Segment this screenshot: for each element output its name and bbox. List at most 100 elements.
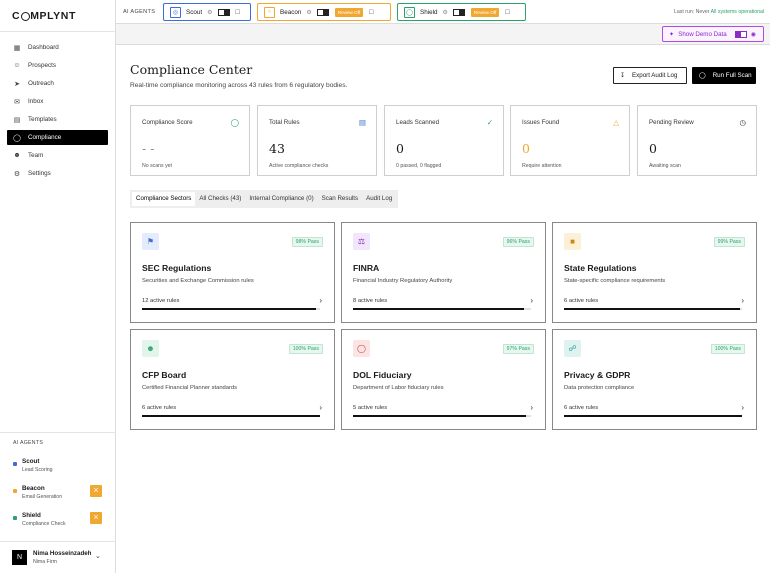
target-icon: ◎ (170, 6, 181, 18)
pass-rate-bar-fill (353, 415, 526, 417)
stat-card-compliance-score: Compliance Score ◯ - - No scans yet (130, 105, 250, 176)
sidebar: C MPLYNT ▦ Dashboard ☺ Prospects ➤ Outreach … (0, 0, 116, 573)
sector-card-finra[interactable]: ⚖ 96% Pass FINRA Financial Industry Regu… (341, 222, 546, 323)
stat-value: 0 (396, 141, 404, 156)
run-full-scan-button[interactable]: ◯ Run Full Scan (692, 67, 756, 84)
sector-card-privacy[interactable]: ☍ 100% Pass Privacy & GDPR Data protecti… (552, 329, 757, 430)
stat-note: 0 passed, 0 flagged (396, 163, 442, 169)
sector-title: Privacy & GDPR (564, 370, 631, 380)
sector-card-dol[interactable]: ◯ 97% Pass DOL Fiduciary Department of L… (341, 329, 546, 430)
close-icon[interactable]: × (90, 485, 102, 497)
sector-rule-count: 6 active rules (564, 405, 599, 411)
sidebar-item-team[interactable]: ☻ Team (7, 148, 108, 163)
tab-scan-results[interactable]: Scan Results (318, 192, 362, 206)
document-icon: ▤ (358, 118, 366, 127)
chevron-right-icon[interactable]: › (319, 296, 322, 305)
chevron-right-icon[interactable]: › (530, 296, 533, 305)
sector-description: State-specific compliance requirements (564, 278, 666, 284)
system-status-text: All systems operational (710, 9, 764, 15)
shield-icon: ◯ (699, 73, 706, 79)
stat-label: Pending Review (649, 119, 694, 126)
message-icon[interactable]: □ (236, 9, 240, 16)
chevron-right-icon[interactable]: › (741, 403, 744, 412)
sidebar-agent-scout[interactable]: Scout Lead Scoring (0, 453, 116, 480)
sidebar-item-label: Compliance (28, 134, 62, 141)
tab-internal-compliance[interactable]: Internal Compliance (0) (245, 192, 317, 206)
pass-rate-badge: 100% Pass (288, 344, 323, 354)
sidebar-item-inbox[interactable]: ✉ Inbox (7, 94, 108, 109)
gear-icon[interactable]: ⚙ (443, 9, 448, 16)
agent-chip-name: Shield (420, 8, 438, 16)
chevron-right-icon[interactable]: › (319, 403, 322, 412)
tab-compliance-sectors[interactable]: Compliance Sectors (132, 192, 196, 206)
shield-icon: ◯ (404, 6, 415, 18)
sidebar-item-outreach[interactable]: ➤ Outreach (7, 76, 108, 91)
eye-icon: ◉ (750, 30, 757, 38)
chevron-right-icon[interactable]: › (530, 403, 533, 412)
sector-rule-count: 8 active rules (353, 298, 388, 304)
pass-rate-bar (353, 308, 531, 310)
sidebar-item-label: Prospects (28, 62, 56, 69)
app-logo[interactable]: C MPLYNT (0, 0, 115, 32)
agent-name: Scout (22, 458, 40, 465)
agent-chip-shield[interactable]: ◯ Shield ⚙ Review Off □ (397, 3, 526, 21)
sidebar-item-templates[interactable]: ▤ Templates (7, 112, 108, 127)
agent-toggle[interactable] (217, 8, 230, 16)
sector-title: SEC Regulations (142, 263, 212, 273)
agent-chip-name: Scout (186, 8, 203, 16)
stat-value: - - (142, 141, 155, 156)
message-icon[interactable]: □ (369, 9, 373, 16)
agent-chip-beacon[interactable]: ○ Beacon ⚙ Review Off □ (257, 3, 391, 21)
chevron-right-icon[interactable]: › (741, 296, 744, 305)
gear-icon[interactable]: ⚙ (207, 9, 212, 16)
sidebar-item-settings[interactable]: ⚙ Settings (7, 166, 108, 181)
stat-label: Total Rules (269, 119, 300, 126)
show-demo-data-toggle[interactable]: ✦ Show Demo Data ◉ (662, 26, 764, 42)
sector-card-cfp[interactable]: ☻ 100% Pass CFP Board Certified Financia… (130, 329, 335, 430)
sidebar-item-label: Templates (28, 116, 57, 123)
pass-rate-bar (142, 308, 320, 310)
pass-rate-bar (564, 308, 742, 310)
stat-card-leads-scanned: Leads Scanned ✓ 0 0 passed, 0 flagged (384, 105, 504, 176)
tab-audit-log[interactable]: Audit Log (362, 192, 396, 206)
sector-rule-count: 6 active rules (564, 298, 599, 304)
sector-title: FINRA (353, 263, 380, 273)
sector-rule-count: 12 active rules (142, 298, 180, 304)
review-off-badge[interactable]: Review Off (334, 7, 364, 17)
gear-icon[interactable]: ⚙ (306, 9, 311, 16)
stat-label: Issues Found (522, 119, 560, 126)
sidebar-item-dashboard[interactable]: ▦ Dashboard (7, 40, 108, 55)
sector-card-sec[interactable]: ⚑ 98% Pass SEC Regulations Securities an… (130, 222, 335, 323)
team-icon: ☻ (13, 152, 21, 159)
sidebar-agent-shield[interactable]: Shield Compliance Check × (0, 507, 116, 534)
demo-switch[interactable] (734, 30, 747, 38)
sector-card-state[interactable]: ■ 99% Pass State Regulations State-speci… (552, 222, 757, 323)
page-subtitle: Real-time compliance monitoring across 4… (130, 82, 348, 89)
agent-toggle[interactable] (452, 8, 465, 16)
sidebar-nav: ▦ Dashboard ☺ Prospects ➤ Outreach ✉ Inbox ▤… (0, 32, 115, 181)
pass-rate-badge: 100% Pass (710, 344, 745, 354)
agent-chip-scout[interactable]: ◎ Scout ⚙ □ (163, 3, 251, 21)
tab-all-checks[interactable]: All Checks (43) (195, 192, 245, 206)
review-off-badge[interactable]: Review Off (470, 7, 500, 17)
agent-status-dot (13, 489, 17, 493)
demo-bar: ✦ Show Demo Data ◉ (116, 24, 770, 45)
agents-panel-title: AI AGENTS (13, 440, 44, 446)
stat-card-total-rules: Total Rules ▤ 43 Active compliance check… (257, 105, 377, 176)
pass-rate-bar (353, 415, 531, 417)
export-audit-log-button[interactable]: ↧ Export Audit Log (613, 67, 687, 84)
user-menu[interactable]: N Nima Hosseinzadeh Nima Firm ⌄ (0, 541, 116, 573)
sector-rule-count: 6 active rules (142, 405, 177, 411)
button-label: Export Audit Log (632, 72, 678, 79)
sidebar-item-compliance[interactable]: ◯ Compliance (7, 130, 108, 145)
scales-icon: ⚖ (353, 233, 370, 250)
sidebar-agent-beacon[interactable]: Beacon Email Generation × (0, 480, 116, 507)
sector-description: Data protection compliance (564, 385, 635, 391)
agent-toggle[interactable] (316, 8, 329, 16)
sector-title: DOL Fiduciary (353, 370, 412, 380)
stat-note: Require attention (522, 163, 562, 169)
top-agent-bar: AI AGENTS ◎ Scout ⚙ □ ○ Beacon ⚙ Review … (116, 0, 770, 24)
sidebar-item-prospects[interactable]: ☺ Prospects (7, 58, 108, 73)
message-icon[interactable]: □ (505, 9, 509, 16)
close-icon[interactable]: × (90, 512, 102, 524)
